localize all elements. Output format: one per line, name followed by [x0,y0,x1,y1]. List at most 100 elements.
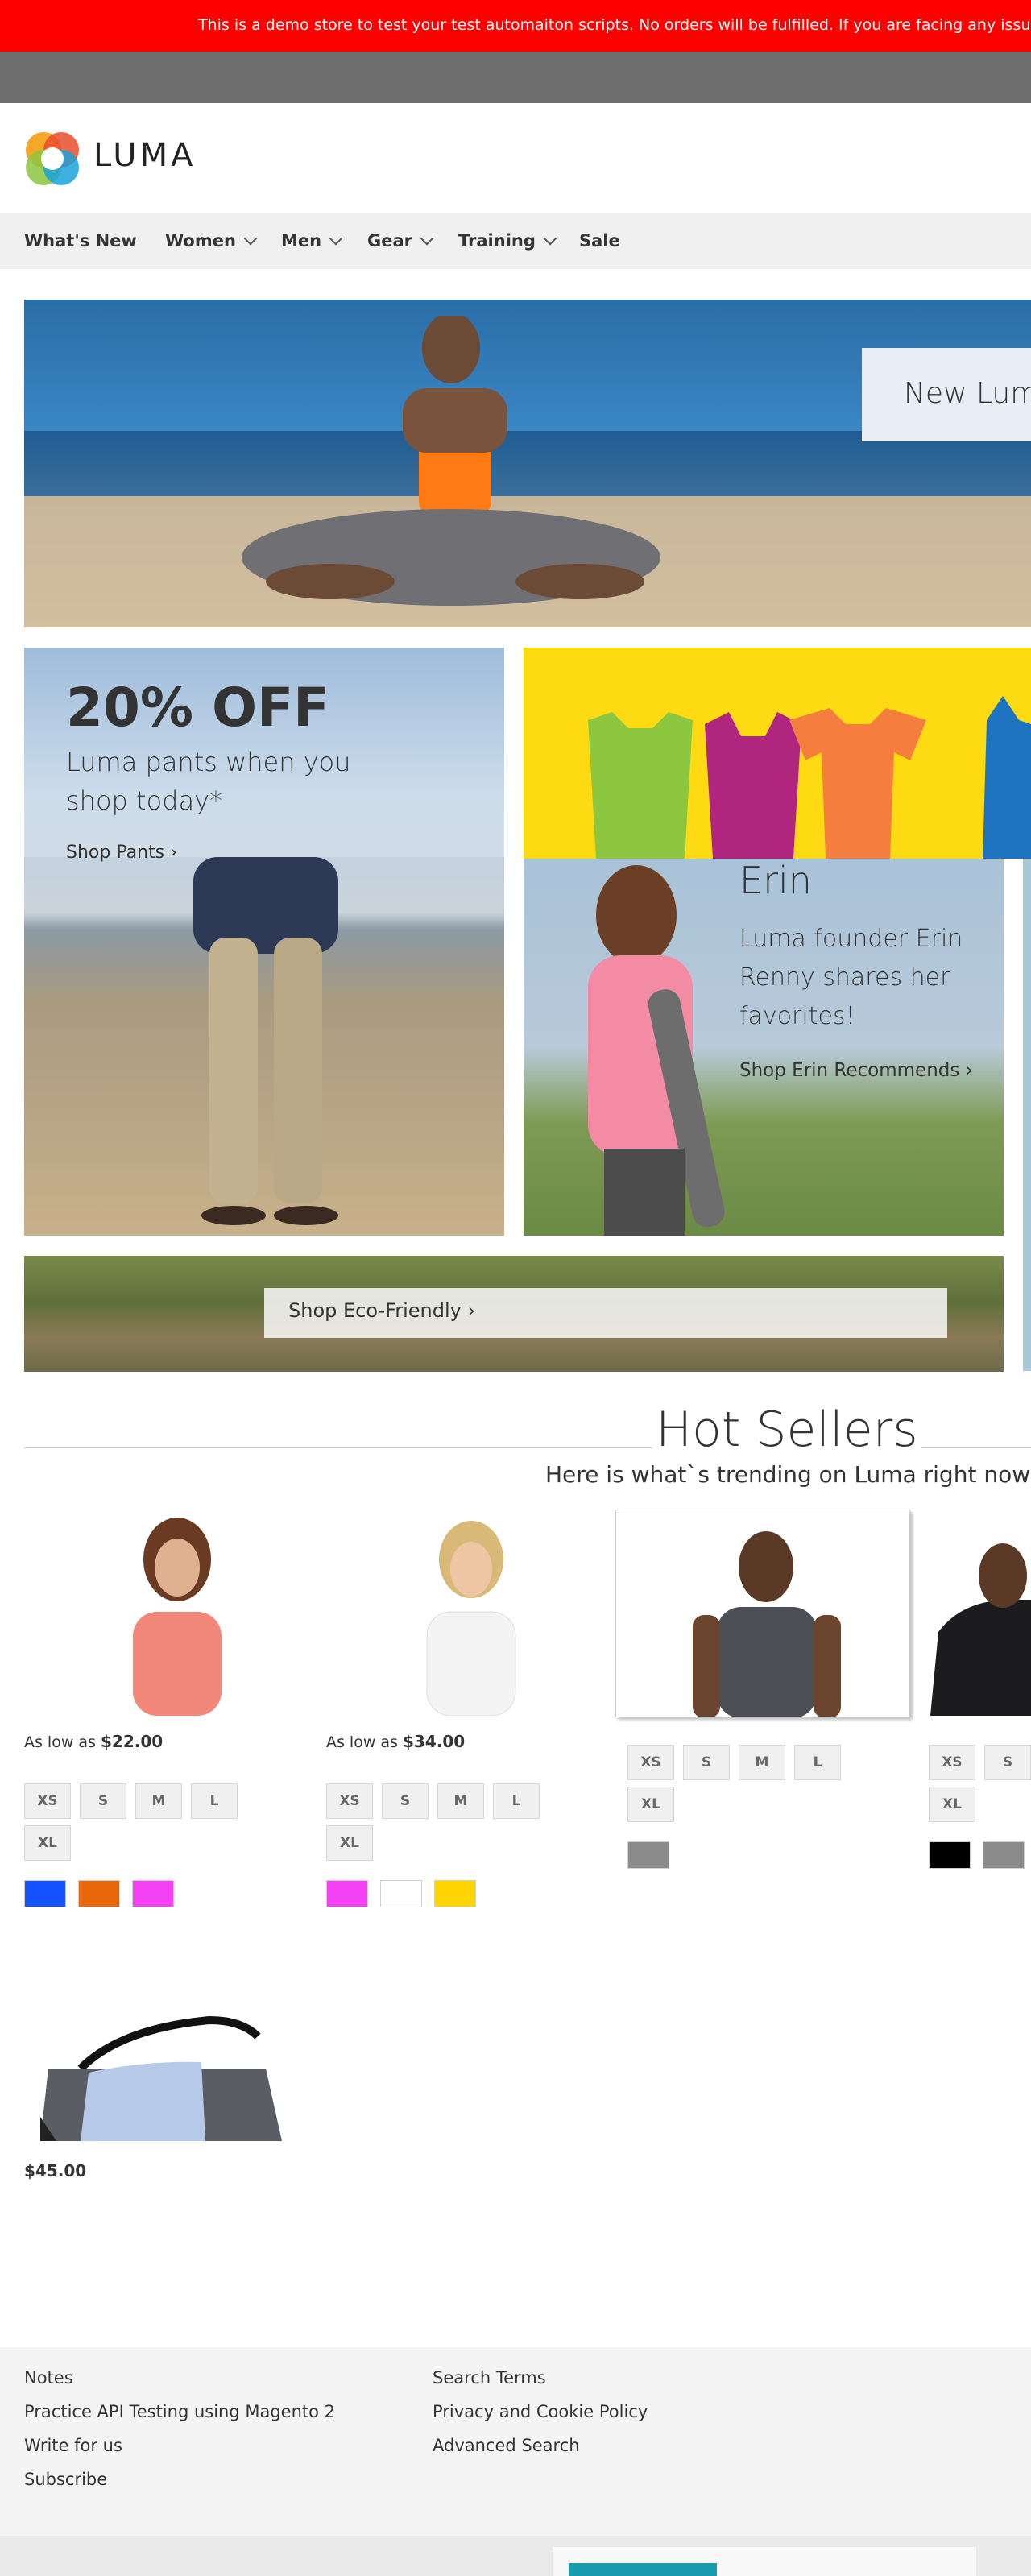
size-option-xs[interactable]: XS [627,1745,674,1780]
nav-label: What's New [24,231,137,251]
tees-image [588,696,1031,859]
hero-banner[interactable]: New Luma [24,300,1031,627]
product-2-photo [426,1521,516,1716]
chevron-down-icon [420,231,434,246]
nav-item-whats-new[interactable]: What's New [24,213,137,269]
size-option-m[interactable]: M [135,1783,182,1819]
brand-name[interactable]: LUMA [93,137,196,174]
luma-logo-icon[interactable] [24,130,81,187]
size-option-s[interactable]: S [683,1745,730,1780]
hero-callout[interactable]: New Luma [862,348,1031,441]
size-option-l[interactable]: L [794,1745,841,1780]
nav-item-gear[interactable]: Gear [367,213,434,269]
nav-item-sale[interactable]: Sale [579,213,620,269]
color-swatch-gray[interactable] [627,1841,669,1869]
nav-item-women[interactable]: Women [165,213,258,269]
size-option-s[interactable]: S [382,1783,429,1819]
size-option-xl[interactable]: XL [929,1787,975,1822]
nav-item-men[interactable]: Men [281,213,343,269]
price-value: $45.00 [24,2161,87,2180]
footer-link-subscribe[interactable]: Subscribe [24,2470,107,2489]
promo-edge-image [1023,859,1031,1371]
size-option-xl[interactable]: XL [326,1825,373,1861]
hero-callout-text: New Luma [904,377,1031,410]
product-price: As low as $22.00 [24,1732,163,1751]
price-prefix: As low as [24,1733,96,1751]
hot-sellers-subtitle: Here is what`s trending on Luma right no… [545,1461,1031,1488]
color-swatch-gray[interactable] [983,1841,1025,1869]
product-image[interactable] [24,1875,298,2149]
footer-link-notes[interactable]: Notes [24,2368,73,2388]
size-option-m[interactable]: M [437,1783,484,1819]
size-option-l[interactable]: L [191,1783,238,1819]
nav-label: Sale [579,231,620,251]
footer-link-write-for-us[interactable]: Write for us [24,2436,122,2455]
top-panel [0,52,1031,103]
pants-model-image [193,857,338,1225]
erin-promo-title: Erin [739,859,812,902]
chevron-down-icon [543,231,557,246]
promo-erin[interactable]: Erin Luma founder Erin Renny shares her … [524,859,1004,1236]
chevron-right-icon: › [170,843,177,863]
shop-pants-link[interactable]: Shop Pants › [66,843,177,863]
promo-tees[interactable] [524,648,1031,859]
product-image[interactable] [914,1511,1031,1716]
messenger-bag-photo [40,2015,282,2141]
size-option-m[interactable]: M [739,1745,785,1780]
size-option-xl[interactable]: XL [24,1825,71,1861]
eco-promo-card: Shop Eco-Friendly › [264,1288,947,1338]
promo-eco-friendly[interactable]: Shop Eco-Friendly › [24,1256,1004,1372]
chevron-right-icon: › [467,1299,476,1322]
product-price: As low as $34.00 [326,1732,465,1751]
color-swatch-yellow[interactable] [434,1880,476,1907]
erin-promo-subtitle: Luma founder Erin Renny shares her favor… [739,925,963,1030]
nav-label: Women [165,231,236,251]
product-image[interactable] [24,1511,322,1716]
shop-erin-label: Shop Erin Recommends [739,1060,960,1081]
product-image[interactable] [326,1511,624,1716]
footer-link-search-terms[interactable]: Search Terms [433,2368,546,2388]
shop-eco-label: Shop Eco-Friendly [288,1299,462,1322]
nav-label: Training [458,231,536,251]
color-swatch-white[interactable] [380,1880,422,1907]
color-swatch-black[interactable] [929,1841,971,1869]
nav-item-training[interactable]: Training [458,213,557,269]
chevron-down-icon [329,231,343,246]
size-option-xs[interactable]: XS [929,1745,975,1780]
bottom-widget-accent [569,2563,717,2576]
footer-link-privacy-policy[interactable]: Privacy and Cookie Policy [433,2402,648,2421]
size-option-xs[interactable]: XS [326,1783,373,1819]
size-option-s[interactable]: S [80,1783,126,1819]
pants-promo-title: 20% OFF [66,677,330,739]
promo-pants[interactable]: 20% OFF Luma pants when you shop today* … [24,648,504,1236]
chevron-right-icon: › [965,1060,973,1081]
nav-label: Men [281,231,322,251]
shop-eco-link[interactable]: Shop Eco-Friendly › [288,1299,475,1322]
price-value: $34.00 [403,1732,466,1751]
color-swatch-purple[interactable] [326,1880,368,1907]
size-option-xl[interactable]: XL [627,1787,674,1822]
footer-link-advanced-search[interactable]: Advanced Search [433,2436,580,2455]
nav-label: Gear [367,231,413,251]
demo-notice-bar: This is a demo store to test your test a… [0,0,1031,52]
size-option-s[interactable]: S [984,1745,1031,1780]
demo-notice-text: This is a demo store to test your test a… [198,16,1031,34]
product-4-photo [930,1543,1031,1716]
shop-pants-label: Shop Pants [66,843,165,863]
product-image[interactable] [615,1510,910,1717]
product-price: $45.00 [24,2161,86,2180]
price-value: $22.00 [101,1732,164,1751]
page-footer: Notes Practice API Testing using Magento… [0,2347,1031,2536]
yoga-woman-image [242,316,660,606]
chevron-down-icon [243,231,258,246]
product-3-photo [693,1531,841,1717]
footer-link-api-testing[interactable]: Practice API Testing using Magento 2 [24,2402,335,2421]
size-option-xs[interactable]: XS [24,1783,71,1819]
shop-erin-link[interactable]: Shop Erin Recommends › [739,1060,973,1081]
erin-model-image [588,865,725,1236]
price-prefix: As low as [326,1733,398,1751]
pants-promo-subtitle: Luma pants when you shop today* [66,747,351,816]
main-navigation: What's New Women Men Gear Training Sale [0,213,1031,269]
size-option-l[interactable]: L [493,1783,540,1819]
hot-sellers-title: Hot Sellers [652,1402,921,1458]
